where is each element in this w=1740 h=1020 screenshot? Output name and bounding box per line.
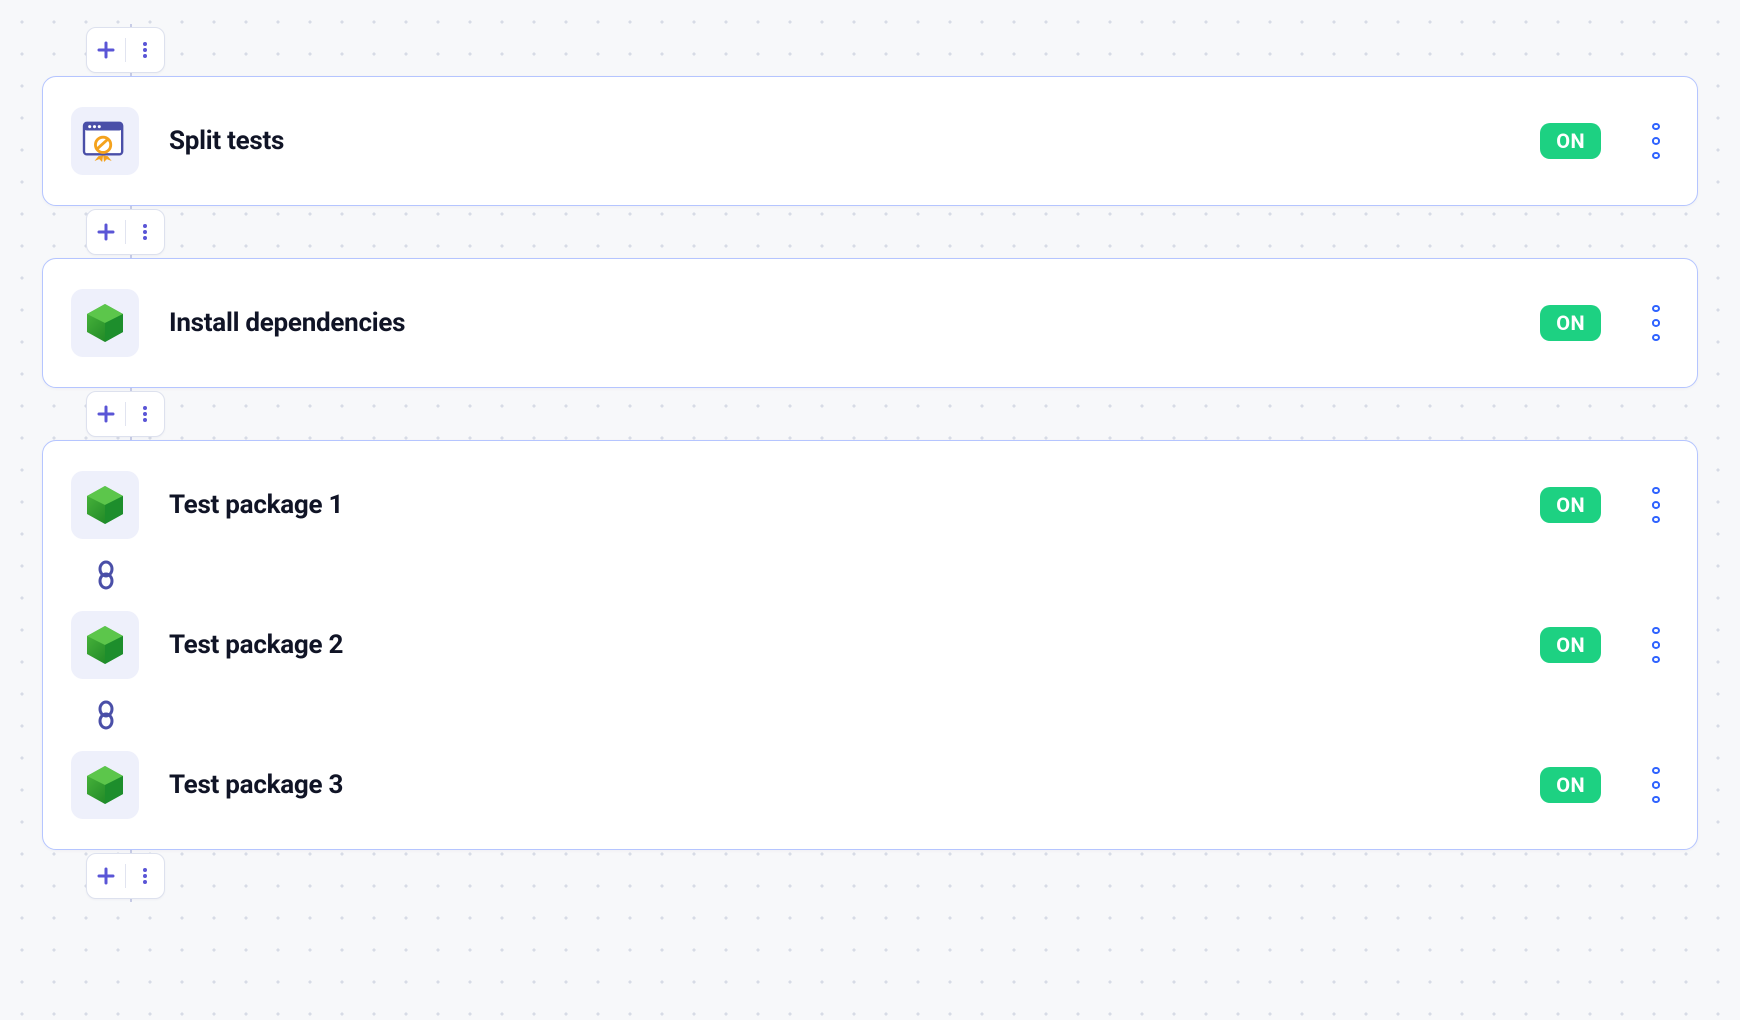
vertical-dots-icon [135,40,155,60]
drag-dot-icon [1652,123,1660,130]
chain-link-icon [93,700,119,730]
hexagon-node-icon [83,623,127,667]
drag-dot-icon [1652,152,1660,159]
step-actions-button[interactable] [126,854,164,898]
workflow-step-row: Test package 3 ON [71,735,1669,829]
step-title: Test package 1 [169,490,1510,520]
step-icon-container [71,471,139,539]
drag-dot-icon [1652,487,1660,494]
drag-dot-icon [1652,137,1660,144]
add-step-control [86,853,165,899]
drag-handle[interactable] [1643,123,1669,159]
step-title: Install dependencies [169,308,1510,338]
plus-icon [96,222,116,242]
workflow-step-row: Test package 1 ON [71,461,1669,555]
toggle-on-badge[interactable]: ON [1540,767,1601,803]
step-actions-button[interactable] [126,210,164,254]
drag-dot-icon [1652,781,1660,788]
add-step-button[interactable] [87,392,125,436]
add-step-control [86,209,165,255]
add-step-control [86,27,165,73]
plus-icon [96,866,116,886]
step-icon-container [71,751,139,819]
window-test-icon [82,120,128,162]
drag-dot-icon [1652,656,1660,663]
add-step-button[interactable] [87,210,125,254]
drag-dot-icon [1652,319,1660,326]
drag-dot-icon [1652,796,1660,803]
drag-dot-icon [1652,334,1660,341]
add-step-control [86,391,165,437]
workflow-parallel-group-card[interactable]: Test package 1 ON [42,440,1698,850]
step-title: Test package 2 [169,630,1510,660]
toggle-on-badge[interactable]: ON [1540,627,1601,663]
toggle-on-badge[interactable]: ON [1540,123,1601,159]
plus-icon [96,40,116,60]
drag-handle[interactable] [1643,487,1669,523]
drag-dot-icon [1652,501,1660,508]
vertical-dots-icon [135,404,155,424]
drag-dot-icon [1652,641,1660,648]
chain-link-icon [93,560,119,590]
vertical-dots-icon [135,222,155,242]
step-actions-button[interactable] [126,28,164,72]
workflow-step-row: Install dependencies ON [71,279,1669,367]
add-step-button[interactable] [87,854,125,898]
drag-dot-icon [1652,516,1660,523]
workflow-step-row: Split tests ON [71,97,1669,185]
hexagon-node-icon [83,301,127,345]
drag-handle[interactable] [1643,767,1669,803]
workflow-step-row: Test package 2 ON [71,595,1669,695]
step-title: Split tests [169,126,1510,156]
step-icon-container [71,289,139,357]
add-step-button[interactable] [87,28,125,72]
drag-handle[interactable] [1643,627,1669,663]
chain-connector [71,695,1669,735]
drag-dot-icon [1652,767,1660,774]
chain-connector [71,555,1669,595]
workflow-step-card[interactable]: Install dependencies ON [42,258,1698,388]
toggle-on-badge[interactable]: ON [1540,305,1601,341]
step-icon-container [71,107,139,175]
drag-dot-icon [1652,305,1660,312]
toggle-on-badge[interactable]: ON [1540,487,1601,523]
step-icon-container [71,611,139,679]
drag-dot-icon [1652,627,1660,634]
plus-icon [96,404,116,424]
step-actions-button[interactable] [126,392,164,436]
step-title: Test package 3 [169,770,1510,800]
hexagon-node-icon [83,763,127,807]
hexagon-node-icon [83,483,127,527]
workflow-step-card[interactable]: Split tests ON [42,76,1698,206]
vertical-dots-icon [135,866,155,886]
drag-handle[interactable] [1643,305,1669,341]
